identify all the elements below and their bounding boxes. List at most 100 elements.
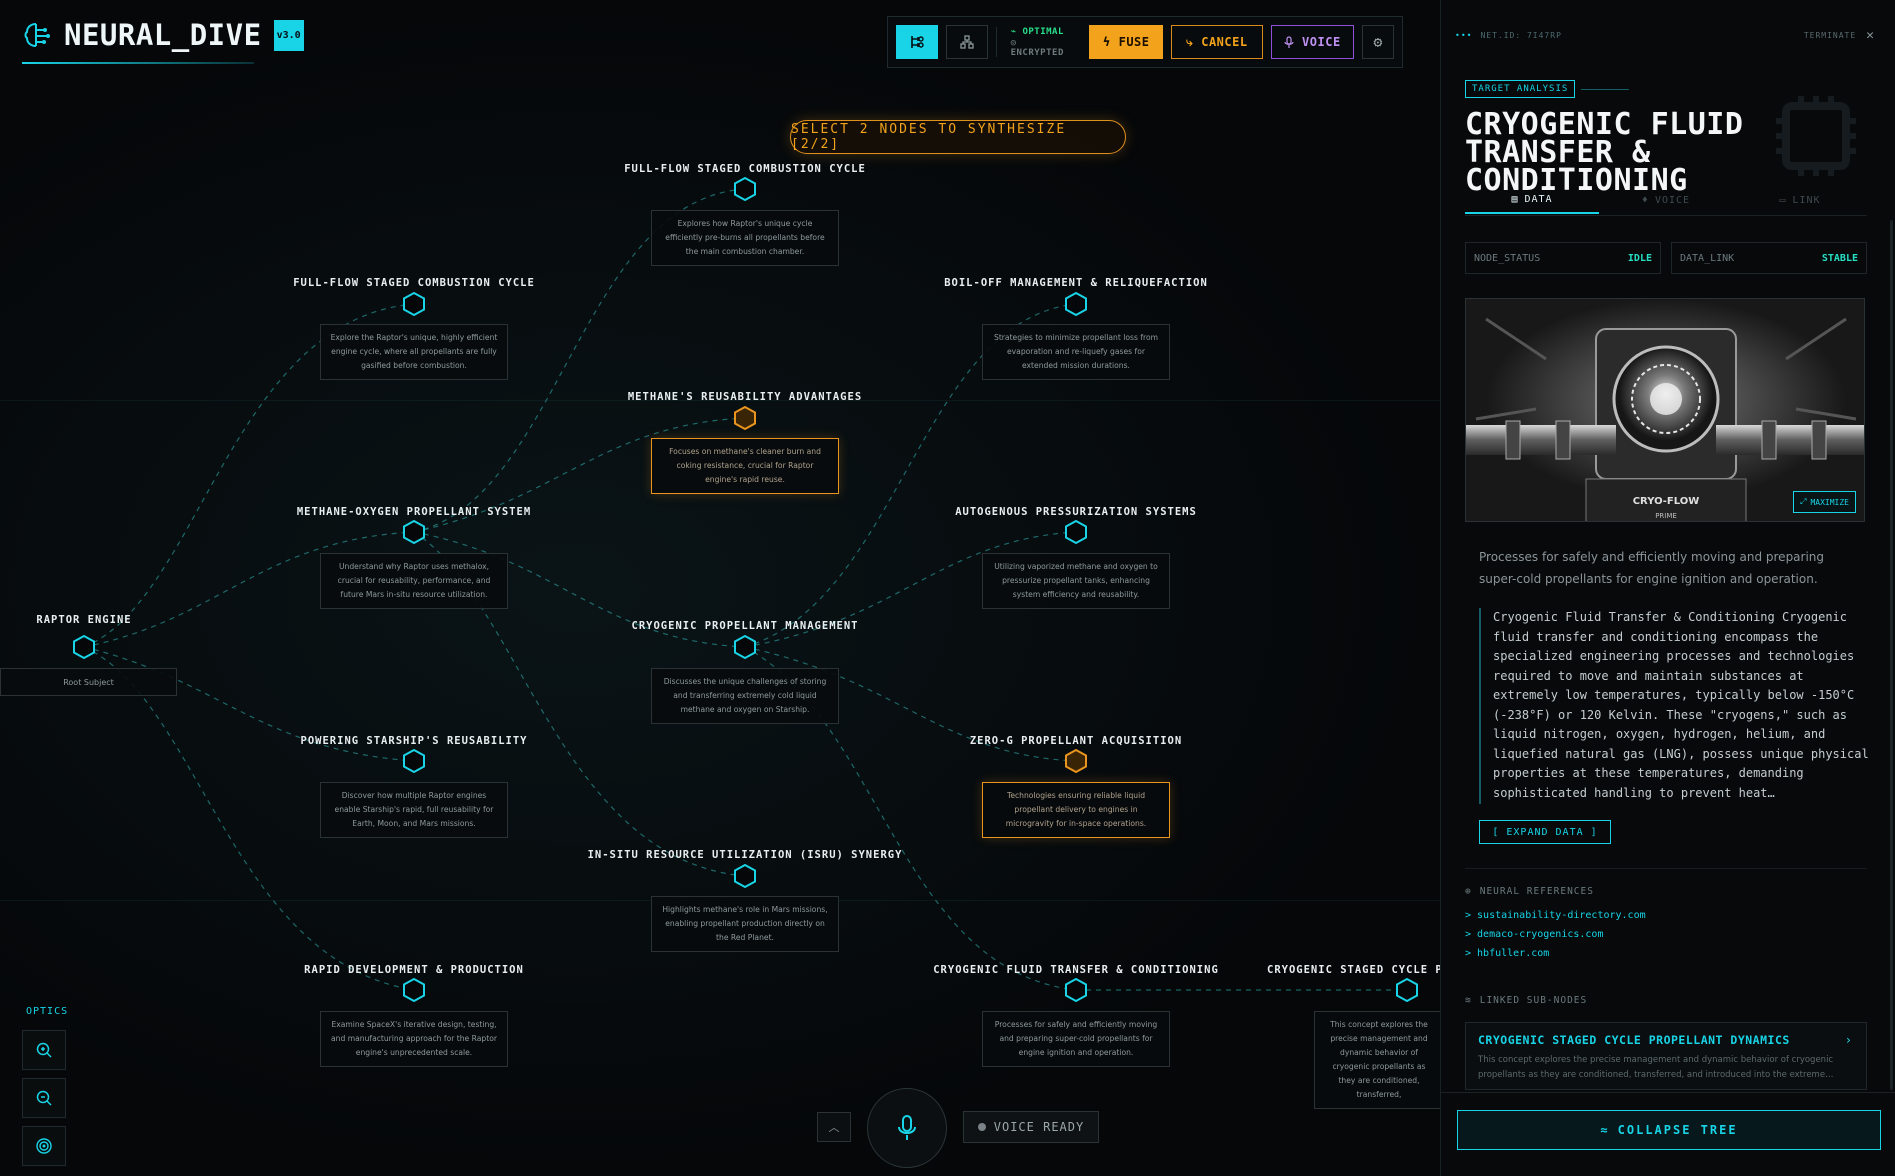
node-card[interactable]: This concept explores the precise manage… <box>1314 1011 1440 1109</box>
node-hexagon[interactable] <box>402 292 426 316</box>
node-title[interactable]: CRYOGENIC PROPELLANT MANAGEMENT <box>632 620 859 632</box>
linked-sub-node-card[interactable]: CRYOGENIC STAGED CYCLE PROPELLANT DYNAMI… <box>1465 1022 1867 1090</box>
node-hexagon[interactable] <box>733 864 757 888</box>
tab-voice[interactable]: ♦ VOICE <box>1599 186 1733 214</box>
node-card[interactable]: Explores how Raptor's unique cycle effic… <box>651 210 839 266</box>
node-hexagon[interactable] <box>1064 292 1088 316</box>
cancel-button[interactable]: ⤷ CANCEL <box>1171 25 1263 59</box>
mind-map-canvas[interactable]: .edge{fill:none;stroke:#2fb3b0;stroke-op… <box>0 0 1440 1176</box>
voice-status: VOICE READY <box>963 1111 1099 1143</box>
maximize-button[interactable]: ⤢ MAXIMIZE <box>1793 491 1856 513</box>
net-id: NET.ID: 7I47RP <box>1480 31 1562 40</box>
node-card[interactable]: Focuses on methane's cleaner burn and co… <box>651 438 839 494</box>
panel-topbar: ••• NET.ID: 7I47RP TERMINATE ✕ <box>1455 28 1875 43</box>
close-icon: ✕ <box>1866 28 1875 43</box>
node-title[interactable]: IN-SITU RESOURCE UTILIZATION (ISRU) SYNE… <box>588 849 903 861</box>
node-title[interactable]: AUTOGENOUS PRESSURIZATION SYSTEMS <box>955 506 1197 518</box>
node-status-key: NODE_STATUS <box>1474 252 1541 264</box>
node-title[interactable]: CRYOGENIC STAGED CYCLE PRO <box>1267 964 1440 976</box>
expand-up-button[interactable]: ︿ <box>817 1112 851 1142</box>
neural-references-label: NEURAL REFERENCES <box>1479 886 1594 897</box>
zoom-out-icon <box>36 1090 52 1106</box>
reference-link[interactable]: > hbfuller.com <box>1465 948 1549 959</box>
linked-sub-nodes-heading: ≋ LINKED SUB-NODES <box>1465 995 1587 1006</box>
root-node-card[interactable]: Root Subject <box>0 668 177 696</box>
microphone-button[interactable] <box>867 1088 947 1168</box>
node-title[interactable]: ZERO-G PROPELLANT ACQUISITION <box>970 735 1182 747</box>
terminate-button[interactable]: TERMINATE ✕ <box>1804 28 1875 43</box>
globe-icon: ⊕ <box>1465 886 1472 897</box>
fuse-button[interactable]: ϟ FUSE <box>1089 25 1164 59</box>
microphone-icon <box>898 1115 916 1140</box>
status-encrypted: ENCRYPTED <box>1010 47 1064 58</box>
layers-icon: ≋ <box>1465 995 1472 1006</box>
node-hexagon[interactable] <box>1395 978 1419 1002</box>
node-hexagon[interactable] <box>733 635 757 659</box>
collapse-tree-button[interactable]: ≈ COLLAPSE TREE <box>1457 1110 1881 1150</box>
node-title[interactable]: CRYOGENIC FLUID TRANSFER & CONDITIONING <box>933 964 1219 976</box>
detail-panel: ••• NET.ID: 7I47RP TERMINATE ✕ TARGET ANAL… <box>1440 0 1895 1176</box>
root-node-title[interactable]: RAPTOR ENGINE <box>36 614 131 626</box>
tab-data-label: DATA <box>1524 193 1553 205</box>
recenter-button[interactable] <box>22 1126 66 1166</box>
node-card[interactable]: Highlights methane's role in Mars missio… <box>651 896 839 952</box>
panel-tabs: ▤ DATA ♦ VOICE ▭ LINK <box>1465 186 1867 214</box>
node-hexagon[interactable] <box>402 978 426 1002</box>
panel-scrollbar[interactable] <box>1890 220 1893 1090</box>
tab-link[interactable]: ▭ LINK <box>1733 186 1867 214</box>
tab-data[interactable]: ▤ DATA <box>1465 186 1599 214</box>
expand-data-button[interactable]: [ EXPAND DATA ] <box>1479 820 1611 844</box>
panel-footer-divider <box>1441 1092 1895 1093</box>
target-analysis-chip: TARGET ANALYSIS <box>1465 80 1576 98</box>
node-card[interactable]: Discover how multiple Raptor engines ena… <box>320 782 508 838</box>
chevron-up-icon: ︿ <box>828 1121 840 1134</box>
network-view-button[interactable] <box>945 25 988 59</box>
node-hexagon[interactable] <box>733 406 757 430</box>
tab-link-label: LINK <box>1792 194 1821 206</box>
node-card[interactable]: Examine SpaceX's iterative design, testi… <box>320 1011 508 1067</box>
voice-status-label: VOICE READY <box>993 1120 1085 1134</box>
gear-icon: ⚙ <box>1373 33 1383 51</box>
tabs-divider <box>1465 215 1867 216</box>
node-title[interactable]: FULL-FLOW STAGED COMBUSTION CYCLE <box>624 163 866 175</box>
node-edges: .edge{fill:none;stroke:#2fb3b0;stroke-op… <box>83 188 1407 991</box>
wifi-icon: ≈ <box>1600 1123 1610 1137</box>
reference-link[interactable]: > sustainability-directory.com <box>1465 910 1646 921</box>
node-hexagon[interactable] <box>1064 749 1088 773</box>
reference-link-label: demaco-cryogenics.com <box>1477 929 1604 940</box>
reference-link[interactable]: > demaco-cryogenics.com <box>1465 929 1603 940</box>
maximize-label: MAXIMIZE <box>1810 497 1849 507</box>
node-title[interactable]: RAPID DEVELOPMENT & PRODUCTION <box>304 964 524 976</box>
node-title[interactable]: FULL-FLOW STAGED COMBUSTION CYCLE <box>293 277 535 289</box>
node-card[interactable]: Technologies ensuring reliable liquid pr… <box>982 782 1170 838</box>
node-card[interactable]: Strategies to minimize propellant loss f… <box>982 324 1170 380</box>
chat-icon: ▭ <box>1779 194 1787 206</box>
node-card[interactable]: Discusses the unique challenges of stori… <box>651 668 839 724</box>
settings-button[interactable]: ⚙ <box>1362 25 1394 59</box>
data-link-box: DATA_LINK STABLE <box>1671 242 1867 274</box>
fuse-label: FUSE <box>1118 35 1150 49</box>
pulse-icon: ⌁ <box>1010 26 1017 37</box>
node-card[interactable]: Explore the Raptor's unique, highly effi… <box>320 324 508 380</box>
node-hexagon[interactable] <box>733 177 757 201</box>
optics-label: OPTICS <box>26 1006 69 1017</box>
node-hexagon[interactable] <box>402 749 426 773</box>
node-title[interactable]: METHANE-OXYGEN PROPELLANT SYSTEM <box>297 506 531 518</box>
node-hexagon[interactable] <box>1064 520 1088 544</box>
voice-button[interactable]: VOICE <box>1270 25 1355 59</box>
tree-view-button[interactable] <box>896 25 938 59</box>
zoom-in-button[interactable] <box>22 1030 66 1070</box>
node-title[interactable]: BOIL-OFF MANAGEMENT & RELIQUEFACTION <box>944 277 1208 289</box>
cryogenic-machine-illustration: CRYO-FLOW PRIME <box>1466 299 1864 521</box>
node-title[interactable]: METHANE'S REUSABILITY ADVANTAGES <box>628 391 862 403</box>
zoom-out-button[interactable] <box>22 1078 66 1118</box>
node-card[interactable]: Understand why Raptor uses methalox, cru… <box>320 553 508 609</box>
root-node-hexagon[interactable] <box>72 635 96 659</box>
node-title[interactable]: POWERING STARSHIP'S REUSABILITY <box>301 735 528 747</box>
node-hexagon[interactable] <box>1064 978 1088 1002</box>
node-card[interactable]: Utilizing vaporized methane and oxygen t… <box>982 553 1170 609</box>
node-hexagon[interactable] <box>402 520 426 544</box>
node-card[interactable]: Processes for safely and efficiently mov… <box>982 1011 1170 1067</box>
chevron-right-icon: › <box>1844 1033 1852 1047</box>
linked-sub-node-title: CRYOGENIC STAGED CYCLE PROPELLANT DYNAMI… <box>1478 1033 1790 1047</box>
